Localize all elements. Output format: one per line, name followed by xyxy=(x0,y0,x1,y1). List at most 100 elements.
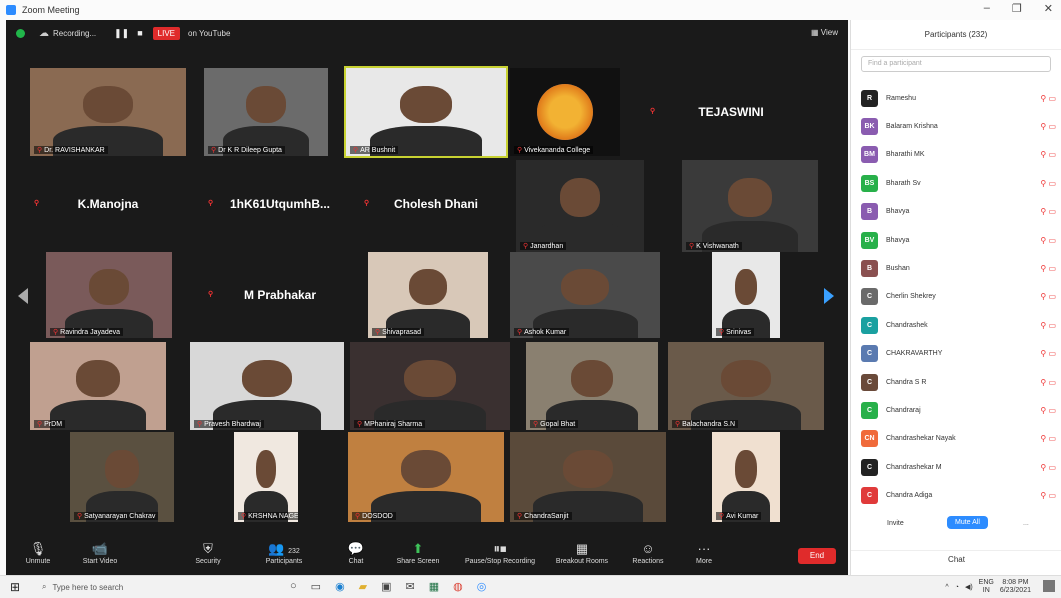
close-button[interactable]: ✕ xyxy=(1044,2,1053,15)
video-tile[interactable]: ⚲ Shivaprasad xyxy=(368,252,488,338)
video-tile[interactable]: ⚲ PrDM xyxy=(30,342,166,430)
video-tile[interactable]: ⚲ Ravindra Jayadeva xyxy=(46,252,172,338)
muted-mic-and-video-icon[interactable]: ⚲ ▭ xyxy=(1040,94,1056,103)
muted-mic-and-video-icon[interactable]: ⚲ ▭ xyxy=(1040,179,1056,188)
language-indicator[interactable]: ENG IN xyxy=(979,579,994,595)
video-tile[interactable]: ⚲ Pravesh Bhardwaj xyxy=(190,342,344,430)
name-tile[interactable]: 1hK61UtqumhB... ⚲ xyxy=(204,158,356,250)
task-view-icon[interactable]: ▭ xyxy=(311,580,321,593)
video-tile[interactable]: ⚲ Dr. RAVISHANKAR xyxy=(30,68,186,156)
name-tile[interactable]: Cholesh Dhani ⚲ xyxy=(360,158,512,250)
video-tile[interactable]: ⚲ Balachandra S.N xyxy=(668,342,824,430)
participant-search-input[interactable]: Find a participant xyxy=(861,56,1051,72)
participant-row[interactable]: B Bhavya ⚲ ▭ xyxy=(861,202,1056,222)
maximize-button[interactable]: ❐ xyxy=(1012,2,1022,15)
video-tile[interactable]: ⚲ ChandraSanjit xyxy=(510,432,666,522)
edge-icon[interactable]: ◉ xyxy=(335,580,345,593)
excel-icon[interactable]: ▦ xyxy=(429,580,439,593)
share-screen-button[interactable]: ⬆ Share Screen xyxy=(388,540,448,565)
breakout-rooms-button[interactable]: ▦ Breakout Rooms xyxy=(552,540,612,565)
mail-icon[interactable]: ✉ xyxy=(406,580,415,593)
video-tile[interactable]: ⚲ AR Bushnit xyxy=(344,66,508,158)
volume-icon[interactable]: ◀) xyxy=(965,583,973,591)
participant-row[interactable]: B Bushan ⚲ ▭ xyxy=(861,258,1056,278)
muted-mic-and-video-icon[interactable]: ⚲ ▭ xyxy=(1040,292,1056,301)
live-badge[interactable]: LIVE xyxy=(152,26,181,40)
muted-mic-and-video-icon[interactable]: ⚲ ▭ xyxy=(1040,236,1056,245)
muted-mic-and-video-icon[interactable]: ⚲ ▭ xyxy=(1040,491,1056,500)
pause-recording-icon[interactable]: ❚❚ xyxy=(114,28,129,39)
participant-row[interactable]: BS Bharath Sv ⚲ ▭ xyxy=(861,173,1056,193)
unmute-button[interactable]: 🎙 Unmute xyxy=(8,540,68,565)
end-meeting-button[interactable]: End xyxy=(798,548,836,564)
video-tile[interactable]: ⚲ Satyanarayan Chakrav xyxy=(70,432,174,522)
next-page-arrow-icon[interactable] xyxy=(824,288,834,304)
muted-mic-and-video-icon[interactable]: ⚲ ▭ xyxy=(1040,434,1056,443)
recording-button[interactable]: ⏸⏹ Pause/Stop Recording xyxy=(462,540,538,565)
taskbar-search[interactable]: ⌕ Type here to search xyxy=(42,578,242,596)
clock[interactable]: 8:08 PM 6/23/2021 xyxy=(1000,579,1031,595)
previous-page-arrow-icon[interactable] xyxy=(18,288,28,304)
minimize-button[interactable]: – xyxy=(984,2,990,15)
name-tile[interactable]: K.Manojna ⚲ xyxy=(30,158,186,250)
participant-row[interactable]: C Chandra Adiga ⚲ ▭ xyxy=(861,486,1056,506)
chat-button[interactable]: 💬 Chat xyxy=(326,540,386,565)
stop-recording-icon[interactable]: ■ xyxy=(137,28,142,38)
muted-mic-and-video-icon[interactable]: ⚲ ▭ xyxy=(1040,264,1056,273)
video-tile[interactable]: ⚲ Janardhan xyxy=(516,160,644,252)
video-tile[interactable]: ⚲ K Vishwanath xyxy=(682,160,818,252)
cortana-icon[interactable]: ○ xyxy=(290,580,297,593)
live-platform[interactable]: on YouTube xyxy=(188,29,230,38)
file-explorer-icon[interactable]: ▰ xyxy=(359,580,367,593)
chat-section-header[interactable]: Chat xyxy=(851,550,1061,564)
participant-row[interactable]: CN Chandrashekar Nayak ⚲ ▭ xyxy=(861,429,1056,449)
invite-button[interactable]: Invite xyxy=(887,520,904,527)
muted-mic-and-video-icon[interactable]: ⚲ ▭ xyxy=(1040,122,1056,131)
windows-start-icon[interactable]: ⊞ xyxy=(10,580,30,594)
participant-row[interactable]: C Cherlin Shekrey ⚲ ▭ xyxy=(861,287,1056,307)
participant-row[interactable]: BV Bhavya ⚲ ▭ xyxy=(861,230,1056,250)
zoom-taskbar-icon[interactable]: ◎ xyxy=(477,580,487,593)
mute-all-button[interactable]: Mute All xyxy=(947,516,988,529)
muted-mic-and-video-icon[interactable]: ⚲ ▭ xyxy=(1040,349,1056,358)
chrome-icon[interactable]: ◍ xyxy=(453,580,463,593)
participant-name: Janardhan xyxy=(530,243,564,250)
muted-mic-and-video-icon[interactable]: ⚲ ▭ xyxy=(1040,463,1056,472)
video-tile[interactable]: ⚲ Avi Kumar xyxy=(712,432,780,522)
view-button[interactable]: ▦ View xyxy=(811,28,838,37)
reactions-button[interactable]: ☺ Reactions xyxy=(618,540,678,565)
wifi-icon[interactable]: ◔ xyxy=(955,584,959,591)
name-tile[interactable]: M Prabhakar ⚲ xyxy=(204,252,356,338)
participant-row[interactable]: BM Bharathi MK ⚲ ▭ xyxy=(861,145,1056,165)
store-icon[interactable]: ▣ xyxy=(381,580,391,593)
video-tile[interactable]: ⚲ Ashok Kumar xyxy=(510,252,660,338)
notifications-icon[interactable] xyxy=(1043,580,1055,592)
participant-row[interactable]: C Chandraraj ⚲ ▭ xyxy=(861,400,1056,420)
video-tile[interactable]: ⚲KRSHNA NAGESH xyxy=(234,432,298,522)
muted-mic-and-video-icon[interactable]: ⚲ ▭ xyxy=(1040,378,1056,387)
video-tile[interactable]: ⚲ Dr K R Dileep Gupta xyxy=(204,68,328,156)
muted-mic-and-video-icon[interactable]: ⚲ ▭ xyxy=(1040,150,1056,159)
muted-mic-and-video-icon[interactable]: ⚲ ▭ xyxy=(1040,406,1056,415)
video-tile[interactable]: ⚲ Vivekananda College xyxy=(510,68,620,156)
security-button[interactable]: ⛨ Security xyxy=(178,540,238,565)
video-tile[interactable]: ⚲ DOSDOD xyxy=(348,432,504,522)
muted-mic-and-video-icon[interactable]: ⚲ ▭ xyxy=(1040,207,1056,216)
participant-row[interactable]: C Chandrashek ⚲ ▭ xyxy=(861,315,1056,335)
participant-row[interactable]: C Chandrashekar M ⚲ ▭ xyxy=(861,457,1056,477)
video-tile[interactable]: ⚲ MPhaniraj Sharma xyxy=(350,342,510,430)
participant-row[interactable]: BK Balaram Krishna ⚲ ▭ xyxy=(861,116,1056,136)
participants-button[interactable]: 👥 232 Participants xyxy=(254,540,314,565)
participant-row[interactable]: C Chandra S R ⚲ ▭ xyxy=(861,372,1056,392)
video-tile[interactable]: ⚲ Gopal Bhat xyxy=(526,342,658,430)
participant-row[interactable]: C CHAKRAVARTHY ⚲ ▭ xyxy=(861,344,1056,364)
more-button[interactable]: ··· More xyxy=(674,540,734,565)
encryption-shield-icon[interactable] xyxy=(16,28,25,38)
participant-row[interactable]: R Rameshu ⚲ ▭ xyxy=(861,88,1056,108)
muted-mic-and-video-icon[interactable]: ⚲ ▭ xyxy=(1040,321,1056,330)
more-options-button[interactable]: ... xyxy=(1023,520,1029,527)
name-tile[interactable]: TEJASWINI ⚲ xyxy=(646,68,816,156)
tray-chevron-icon[interactable]: ^ xyxy=(945,584,948,591)
start-video-button[interactable]: 📹 Start Video xyxy=(70,540,130,565)
video-tile[interactable]: ⚲ Srinivas xyxy=(712,252,780,338)
